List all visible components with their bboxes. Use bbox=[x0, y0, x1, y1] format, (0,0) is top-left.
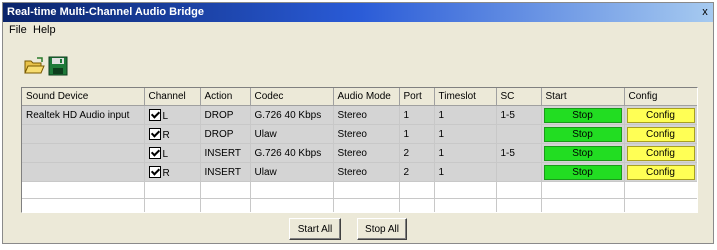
menu-help[interactable]: Help bbox=[33, 24, 56, 36]
column-header[interactable]: Timeslot bbox=[434, 88, 497, 106]
start-all-button[interactable]: Start All bbox=[289, 218, 341, 240]
column-header[interactable]: Audio Mode bbox=[333, 88, 400, 106]
device-cell bbox=[22, 124, 145, 144]
stop-button[interactable]: Stop bbox=[543, 126, 622, 142]
codec-cell: Ulaw bbox=[250, 124, 334, 144]
empty-row bbox=[22, 198, 697, 212]
menu-file[interactable]: File bbox=[9, 24, 27, 36]
timeslot-cell: 1 bbox=[434, 105, 497, 125]
device-cell bbox=[22, 143, 145, 163]
channel-cell[interactable]: L bbox=[144, 105, 201, 125]
column-header[interactable]: Start bbox=[541, 88, 625, 106]
sc-cell: 1-5 bbox=[496, 105, 542, 125]
codec-cell: G.726 40 Kbps bbox=[250, 105, 334, 125]
action-cell: INSERT bbox=[200, 143, 251, 163]
timeslot-cell: 1 bbox=[434, 143, 497, 163]
channel-checkbox[interactable] bbox=[148, 146, 161, 159]
start-cell: Stop bbox=[541, 124, 625, 144]
channel-cell[interactable]: L bbox=[144, 143, 201, 163]
close-icon[interactable]: x bbox=[699, 6, 711, 18]
action-cell: DROP bbox=[200, 105, 251, 125]
channel-label: R bbox=[162, 167, 170, 179]
start-cell: Stop bbox=[541, 105, 625, 125]
column-header[interactable]: Port bbox=[399, 88, 435, 106]
device-table: Sound Device Channel Action Codec Audio … bbox=[21, 87, 698, 213]
timeslot-cell: 1 bbox=[434, 124, 497, 144]
audio-bridge-window: Real-time Multi-Channel Audio Bridge x F… bbox=[2, 2, 714, 244]
sc-cell: 1-5 bbox=[496, 143, 542, 163]
channel-cell[interactable]: R bbox=[144, 124, 201, 144]
column-header[interactable]: Action bbox=[200, 88, 251, 106]
config-button[interactable]: Config bbox=[626, 126, 695, 142]
audio-mode-cell: Stereo bbox=[333, 143, 400, 163]
device-cell: Realtek HD Audio input bbox=[22, 105, 145, 125]
audio-mode-cell: Stereo bbox=[333, 124, 400, 144]
channel-checkbox[interactable] bbox=[148, 108, 161, 121]
start-cell: Stop bbox=[541, 162, 625, 182]
config-button[interactable]: Config bbox=[626, 164, 695, 180]
column-header[interactable]: Config bbox=[624, 88, 697, 106]
action-cell: DROP bbox=[200, 124, 251, 144]
column-header[interactable]: Sound Device bbox=[22, 88, 145, 106]
column-header[interactable]: Channel bbox=[144, 88, 201, 106]
table-row[interactable]: L INSERT G.726 40 Kbps Stereo 2 1 1-5 St… bbox=[22, 143, 697, 163]
table-header: Sound Device Channel Action Codec Audio … bbox=[22, 88, 697, 106]
column-header[interactable]: Codec bbox=[250, 88, 334, 106]
open-folder-icon[interactable] bbox=[23, 55, 45, 77]
config-button[interactable]: Config bbox=[626, 107, 695, 123]
audio-mode-cell: Stereo bbox=[333, 162, 400, 182]
action-cell: INSERT bbox=[200, 162, 251, 182]
table-row[interactable]: Realtek HD Audio input L DROP G.726 40 K… bbox=[22, 105, 697, 125]
config-cell: Config bbox=[624, 162, 697, 182]
stop-button[interactable]: Stop bbox=[543, 164, 622, 180]
port-cell: 2 bbox=[399, 162, 435, 182]
table-row[interactable]: R INSERT Ulaw Stereo 2 1 Stop Config bbox=[22, 162, 697, 182]
device-cell bbox=[22, 162, 145, 182]
stop-all-button[interactable]: Stop All bbox=[357, 218, 407, 240]
channel-cell[interactable]: R bbox=[144, 162, 201, 182]
stop-button[interactable]: Stop bbox=[543, 107, 622, 123]
channel-checkbox[interactable] bbox=[148, 127, 161, 140]
port-cell: 1 bbox=[399, 124, 435, 144]
channel-label: L bbox=[162, 110, 169, 122]
start-cell: Stop bbox=[541, 143, 625, 163]
config-button[interactable]: Config bbox=[626, 145, 695, 161]
window-title: Real-time Multi-Channel Audio Bridge bbox=[7, 6, 204, 18]
config-cell: Config bbox=[624, 124, 697, 144]
channel-label: L bbox=[162, 148, 169, 160]
sc-cell bbox=[496, 124, 542, 144]
channel-label: R bbox=[162, 129, 170, 141]
sc-cell bbox=[496, 162, 542, 182]
channel-checkbox[interactable] bbox=[148, 165, 161, 178]
menu-bar: File Help bbox=[3, 22, 713, 39]
empty-row bbox=[22, 181, 697, 199]
title-bar: Real-time Multi-Channel Audio Bridge x bbox=[3, 3, 713, 22]
config-cell: Config bbox=[624, 143, 697, 163]
port-cell: 2 bbox=[399, 143, 435, 163]
table-row[interactable]: R DROP Ulaw Stereo 1 1 Stop Config bbox=[22, 124, 697, 144]
audio-mode-cell: Stereo bbox=[333, 105, 400, 125]
codec-cell: G.726 40 Kbps bbox=[250, 143, 334, 163]
port-cell: 1 bbox=[399, 105, 435, 125]
save-icon[interactable] bbox=[47, 55, 69, 77]
stop-button[interactable]: Stop bbox=[543, 145, 622, 161]
column-header[interactable]: SC bbox=[496, 88, 542, 106]
timeslot-cell: 1 bbox=[434, 162, 497, 182]
codec-cell: Ulaw bbox=[250, 162, 334, 182]
config-cell: Config bbox=[624, 105, 697, 125]
